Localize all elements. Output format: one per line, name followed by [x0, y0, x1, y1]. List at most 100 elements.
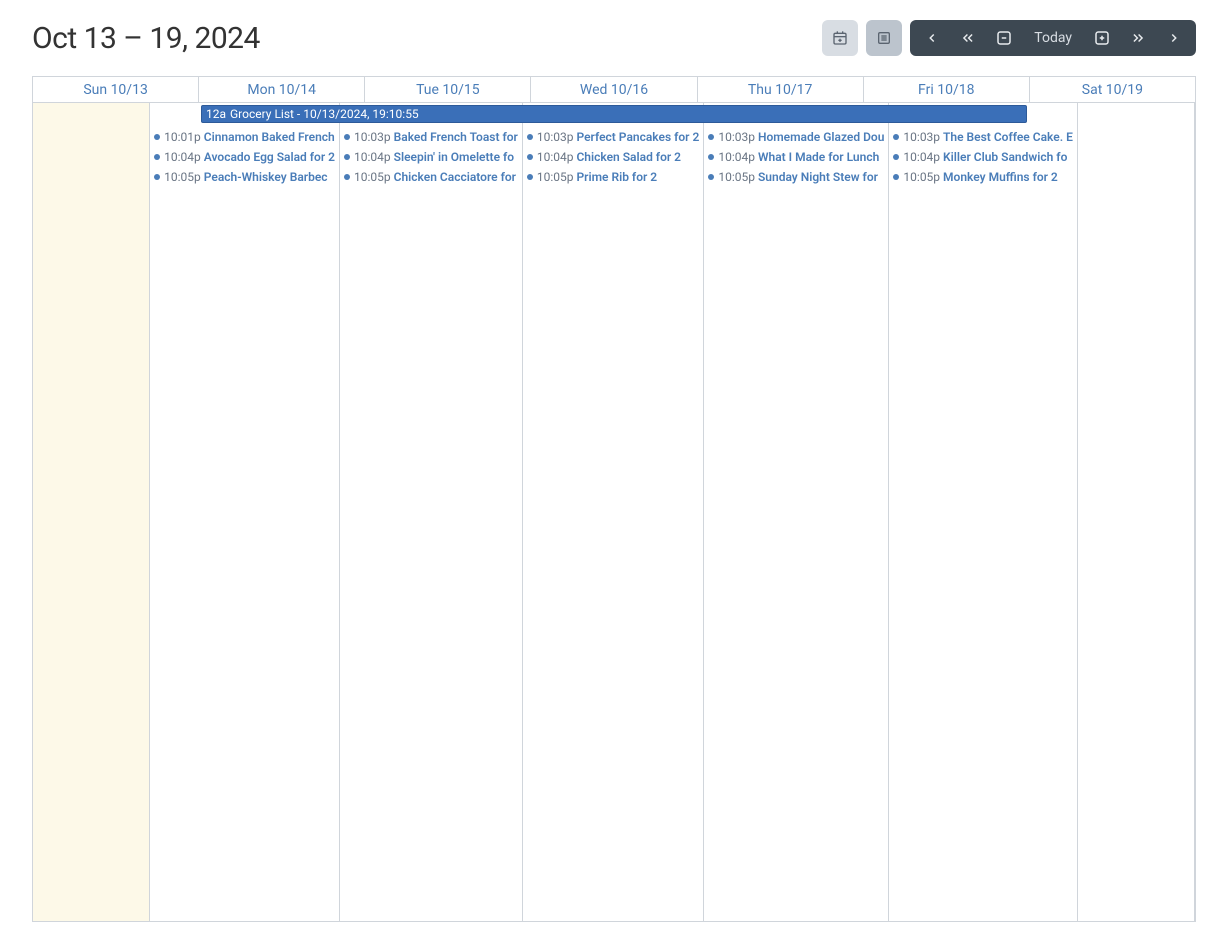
event-dot-icon: [344, 174, 350, 180]
event-title: Chicken Salad for 2: [576, 150, 681, 164]
day-column[interactable]: 10:03pThe Best Coffee Cake. E10:04pKille…: [889, 103, 1077, 921]
event-title: Avocado Egg Salad for 2: [204, 150, 335, 164]
event-time: 10:03p: [354, 130, 391, 144]
event-dot-icon: [344, 154, 350, 160]
plus-box-icon: [1093, 29, 1111, 47]
date-nav-bar: Today: [910, 20, 1196, 56]
day-header[interactable]: Fri 10/18: [864, 77, 1030, 103]
chevron-right-icon: [1167, 31, 1181, 45]
day-column[interactable]: 10:03pHomemade Glazed Dou10:04pWhat I Ma…: [704, 103, 889, 921]
event-time: 10:05p: [718, 170, 755, 184]
event-time: 10:04p: [903, 150, 940, 164]
day-column[interactable]: 10:01pCinnamon Baked French10:04pAvocado…: [150, 103, 340, 921]
calendar-event[interactable]: 10:03pPerfect Pancakes for 2: [523, 127, 704, 147]
event-time: 10:03p: [903, 130, 940, 144]
day-header[interactable]: Wed 10/16: [531, 77, 697, 103]
events-list: [33, 103, 149, 127]
event-time: 10:05p: [354, 170, 391, 184]
event-title: Homemade Glazed Dou: [758, 130, 884, 144]
chevron-left-icon: [925, 31, 939, 45]
calendar-event[interactable]: 10:05pSunday Night Stew for: [704, 167, 888, 187]
event-title: Sunday Night Stew for: [758, 170, 878, 184]
event-time: 10:05p: [164, 170, 201, 184]
event-title: The Best Coffee Cake. E: [943, 130, 1073, 144]
calendar-body: 10:01pCinnamon Baked French10:04pAvocado…: [33, 103, 1195, 921]
event-dot-icon: [708, 154, 714, 160]
event-title: What I Made for Lunch: [758, 150, 879, 164]
calendar-event[interactable]: 10:01pCinnamon Baked French: [150, 127, 339, 147]
event-dot-icon: [344, 134, 350, 140]
event-time: 10:04p: [164, 150, 201, 164]
calendar-event[interactable]: 10:05pPeach-Whiskey Barbec: [150, 167, 339, 187]
zoom-in-button[interactable]: [1084, 20, 1120, 56]
calendar-event[interactable]: 10:04pWhat I Made for Lunch: [704, 147, 888, 167]
event-title: Cinnamon Baked French: [204, 130, 335, 144]
event-dot-icon: [708, 174, 714, 180]
event-dot-icon: [893, 154, 899, 160]
calendar-event[interactable]: 10:03pBaked French Toast for: [340, 127, 522, 147]
event-time: 10:04p: [718, 150, 755, 164]
calendar-header-row: Sun 10/13Mon 10/14Tue 10/15Wed 10/16Thu …: [33, 77, 1195, 103]
calendar-event[interactable]: 10:05pPrime Rib for 2: [523, 167, 704, 187]
next-fast-button[interactable]: [1120, 20, 1156, 56]
day-header[interactable]: Sat 10/19: [1030, 77, 1195, 103]
event-dot-icon: [154, 134, 160, 140]
event-title: Sleepin' in Omelette fo: [394, 150, 514, 164]
day-column[interactable]: 10:03pBaked French Toast for10:04pSleepi…: [340, 103, 523, 921]
calendar-view-button[interactable]: [822, 20, 858, 56]
today-button[interactable]: Today: [1022, 30, 1084, 46]
day-header[interactable]: Sun 10/13: [33, 77, 199, 103]
all-day-event[interactable]: 12a Grocery List - 10/13/2024, 19:10:55: [201, 105, 1027, 123]
calendar-event[interactable]: 10:03pHomemade Glazed Dou: [704, 127, 888, 147]
event-dot-icon: [708, 134, 714, 140]
event-title: Prime Rib for 2: [576, 170, 657, 184]
event-time: 10:05p: [903, 170, 940, 184]
calendar-event[interactable]: 10:04pChicken Salad for 2: [523, 147, 704, 167]
chevron-double-left-icon: [960, 31, 976, 45]
event-title: Killer Club Sandwich fo: [943, 150, 1067, 164]
prev-fast-button[interactable]: [950, 20, 986, 56]
calendar-event[interactable]: 10:05pMonkey Muffins for 2: [889, 167, 1076, 187]
events-list: [1078, 103, 1194, 127]
calendar-event[interactable]: 10:03pThe Best Coffee Cake. E: [889, 127, 1076, 147]
event-title: Perfect Pancakes for 2: [576, 130, 699, 144]
minus-box-icon: [995, 29, 1013, 47]
event-title: Chicken Cacciatore for: [394, 170, 516, 184]
zoom-out-button[interactable]: [986, 20, 1022, 56]
event-dot-icon: [527, 134, 533, 140]
page-title: Oct 13 – 19, 2024: [32, 21, 260, 56]
calendar-event[interactable]: 10:04pSleepin' in Omelette fo: [340, 147, 522, 167]
event-time: 10:03p: [718, 130, 755, 144]
day-header[interactable]: Tue 10/15: [365, 77, 531, 103]
calendar-grid: Sun 10/13Mon 10/14Tue 10/15Wed 10/16Thu …: [32, 76, 1196, 922]
event-title: Baked French Toast for: [394, 130, 518, 144]
day-header[interactable]: Mon 10/14: [199, 77, 365, 103]
event-dot-icon: [893, 174, 899, 180]
chevron-double-right-icon: [1130, 31, 1146, 45]
event-title: Peach-Whiskey Barbec: [204, 170, 328, 184]
view-toggle-group: [822, 20, 902, 56]
event-dot-icon: [154, 174, 160, 180]
next-period-button[interactable]: [1156, 20, 1192, 56]
list-icon: [876, 30, 892, 46]
list-view-button[interactable]: [866, 20, 902, 56]
all-day-title: Grocery List - 10/13/2024, 19:10:55: [230, 107, 419, 121]
event-dot-icon: [893, 134, 899, 140]
calendar-event[interactable]: 10:04pKiller Club Sandwich fo: [889, 147, 1076, 167]
prev-period-button[interactable]: [914, 20, 950, 56]
event-time: 10:05p: [537, 170, 574, 184]
calendar-event[interactable]: 10:05pChicken Cacciatore for: [340, 167, 522, 187]
event-dot-icon: [527, 154, 533, 160]
day-column[interactable]: [33, 103, 150, 921]
day-column[interactable]: 10:03pPerfect Pancakes for 210:04pChicke…: [523, 103, 705, 921]
day-column[interactable]: [1078, 103, 1195, 921]
event-time: 10:01p: [164, 130, 201, 144]
event-time: 10:04p: [354, 150, 391, 164]
event-title: Monkey Muffins for 2: [943, 170, 1058, 184]
event-time: 10:04p: [537, 150, 574, 164]
calendar-event[interactable]: 10:04pAvocado Egg Salad for 2: [150, 147, 339, 167]
day-header[interactable]: Thu 10/17: [698, 77, 864, 103]
toolbar: Today: [822, 20, 1196, 56]
event-dot-icon: [154, 154, 160, 160]
calendar-plus-icon: [832, 30, 848, 46]
